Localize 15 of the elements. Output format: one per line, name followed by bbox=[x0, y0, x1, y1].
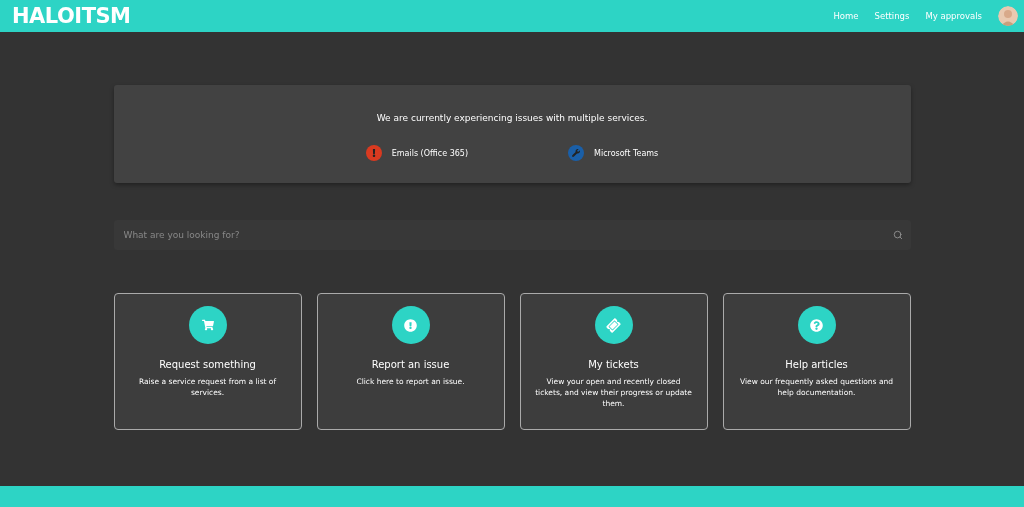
logo: HALOITSM bbox=[12, 4, 131, 28]
search-icon[interactable] bbox=[892, 230, 903, 240]
exclamation-icon bbox=[404, 318, 417, 332]
card-title: Help articles bbox=[785, 359, 848, 370]
wrench-icon bbox=[572, 149, 580, 157]
service-name: Microsoft Teams bbox=[594, 148, 659, 158]
cart-icon bbox=[201, 319, 214, 331]
card-title: My tickets bbox=[588, 359, 639, 370]
card-title: Report an issue bbox=[371, 359, 450, 370]
card-title: Request something bbox=[159, 359, 256, 370]
banner-message: We are currently experiencing issues with multiple services. bbox=[376, 113, 648, 123]
ticket-icon bbox=[604, 315, 623, 335]
search-field[interactable]: What are you looking for? bbox=[113, 220, 911, 250]
service-name: Emails (Office 365) bbox=[391, 148, 468, 158]
question-icon bbox=[810, 318, 823, 332]
